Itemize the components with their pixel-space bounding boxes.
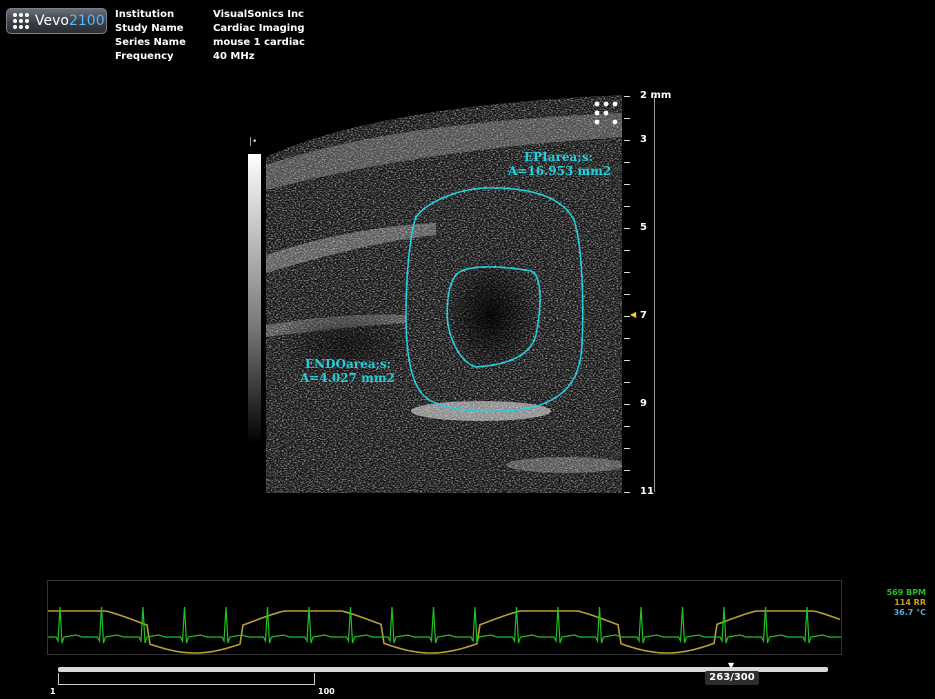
depth-unit-label: 2 mm	[640, 90, 672, 101]
frame-counter: 263/300	[705, 671, 759, 685]
temp-readout: 36.7 °C	[893, 608, 926, 617]
ecg-strip[interactable]	[47, 580, 842, 655]
epi-value: A=16.953 mm2	[508, 164, 612, 178]
epi-annotation: EPIarea;s:	[524, 150, 593, 164]
depth-label-3: 3	[640, 134, 647, 145]
timeline-range-end-label: 100	[318, 687, 335, 696]
depth-label-7: 7	[640, 310, 647, 321]
probe-orientation-icon	[594, 101, 618, 125]
grayscale-marker: |•	[249, 137, 258, 147]
grayscale-bar	[248, 154, 261, 444]
selected-range	[58, 684, 315, 685]
bpm-readout: 569 BPM	[886, 588, 926, 597]
logo-dots-icon	[13, 13, 29, 29]
endo-annotation: ENDOarea;s:	[305, 357, 392, 371]
study-info: Institution VisualSonics Inc Study Name …	[115, 8, 305, 64]
respiration-trace	[48, 610, 841, 654]
logo-text: Vevo2100	[35, 13, 105, 29]
ecg-svg	[48, 606, 841, 654]
focus-marker-icon[interactable]: ◀	[630, 310, 636, 319]
endo-value: A=4.027 mm2	[300, 371, 395, 385]
depth-label-11: 11	[640, 486, 654, 497]
info-row-series: Series Name mouse 1 cardiac	[115, 37, 305, 48]
info-row-study: Study Name Cardiac Imaging	[115, 23, 305, 34]
info-row-frequency: Frequency 40 MHz	[115, 51, 255, 62]
rr-readout: 114 RR	[894, 598, 926, 607]
depth-label-5: 5	[640, 222, 647, 233]
info-row-institution: Institution VisualSonics Inc	[115, 9, 304, 20]
depth-label-9: 9	[640, 398, 647, 409]
vevo-logo[interactable]: Vevo2100	[6, 8, 107, 34]
physio-readouts: 569 BPM 114 RR 36.7 °C	[860, 588, 926, 618]
timeline-start-label: 1	[50, 687, 56, 696]
frame-caret-icon[interactable]: ▼	[728, 661, 734, 670]
ecg-trace	[48, 606, 841, 644]
